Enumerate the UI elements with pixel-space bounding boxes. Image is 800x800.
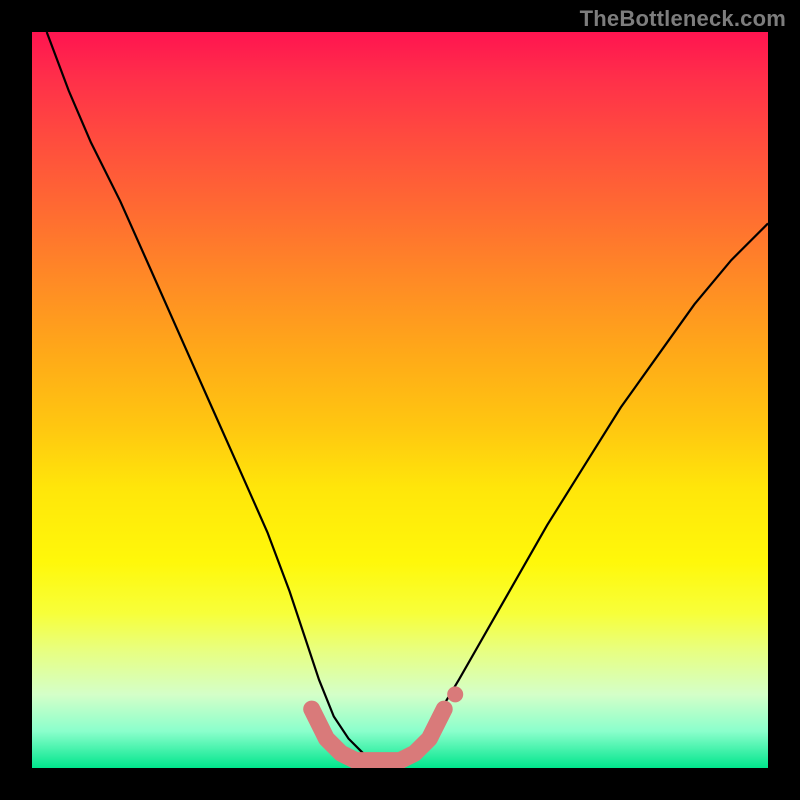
- plot-area: [32, 32, 768, 768]
- marker-dot-0: [304, 701, 320, 717]
- chart-frame: TheBottleneck.com: [0, 0, 800, 800]
- bottom-marker-cluster: [304, 686, 464, 760]
- marker-path: [312, 709, 445, 761]
- watermark-text: TheBottleneck.com: [580, 6, 786, 32]
- bottleneck-curve: [47, 32, 768, 761]
- chart-svg: [32, 32, 768, 768]
- marker-dot-1: [447, 686, 463, 702]
